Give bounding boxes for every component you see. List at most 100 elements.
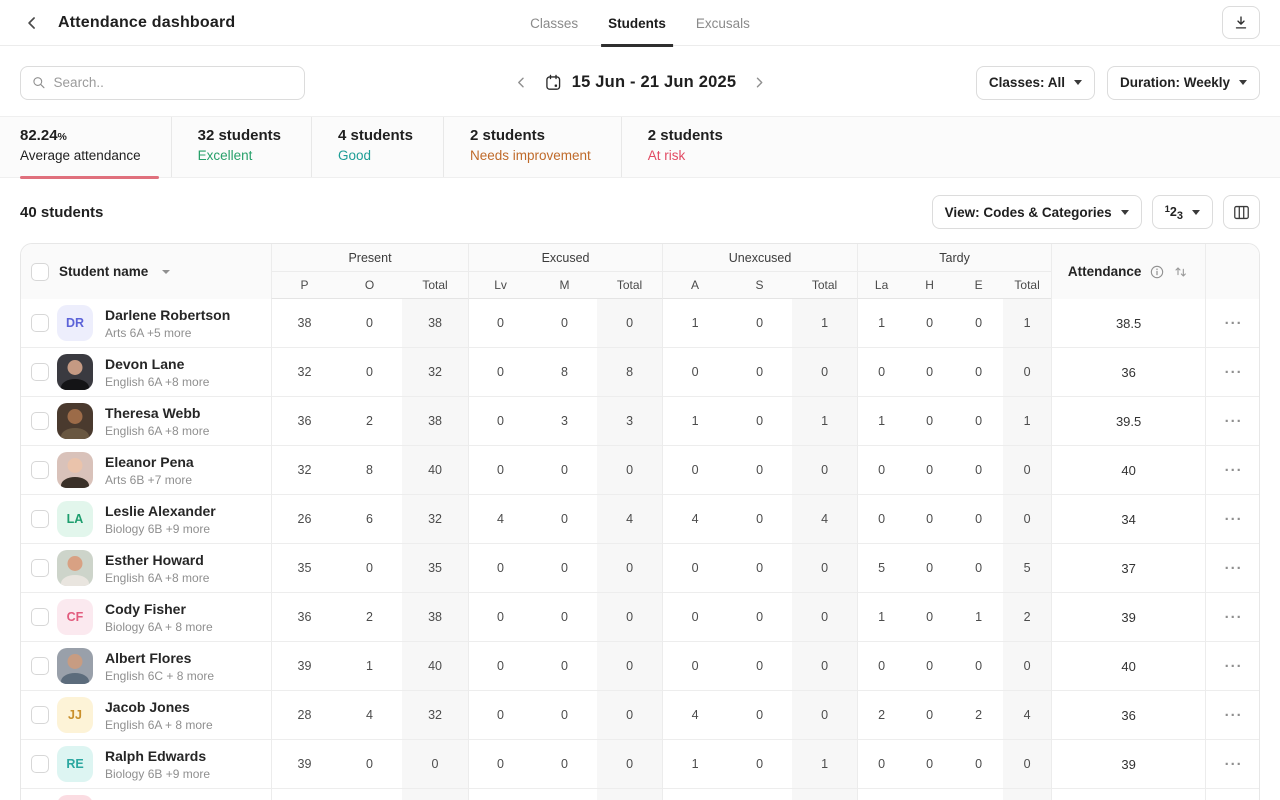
download-button[interactable] xyxy=(1222,6,1260,39)
select-all-checkbox[interactable] xyxy=(31,263,49,281)
row-checkbox[interactable] xyxy=(31,657,49,675)
tab-classes[interactable]: Classes xyxy=(530,0,578,46)
row-menu-button[interactable]: ··· xyxy=(1205,642,1260,691)
row-menu-button[interactable]: ··· xyxy=(1205,593,1260,642)
attendance-header[interactable]: Attendance xyxy=(1051,244,1205,299)
back-button[interactable] xyxy=(20,11,44,35)
chevron-left-icon xyxy=(22,13,42,33)
row-checkbox[interactable] xyxy=(31,755,49,773)
row-menu-button[interactable]: ··· xyxy=(1205,495,1260,544)
table-row: Theresa WebbEnglish 6A +8 more3623803310… xyxy=(21,397,1260,446)
stat-excellent[interactable]: 32 students Excellent xyxy=(171,117,311,177)
student-cell: LALeslie AlexanderBiology 6B +9 more xyxy=(21,495,271,544)
attendance-code-cell: 0 xyxy=(532,446,597,495)
attendance-code-cell: 0 xyxy=(532,544,597,593)
attendance-code-cell: 0 xyxy=(792,348,857,397)
sort-arrows-icon[interactable] xyxy=(1173,264,1189,280)
attendance-code-cell: 32 xyxy=(402,691,468,740)
attendance-code-cell: 0 xyxy=(792,544,857,593)
attendance-code-cell: 0 xyxy=(532,789,597,800)
student-cell: Devon LaneEnglish 6A +8 more xyxy=(21,348,271,397)
row-menu-button[interactable]: ··· xyxy=(1205,348,1260,397)
columns-button[interactable] xyxy=(1223,195,1260,229)
student-cell: JJJacob JonesEnglish 6A + 8 more xyxy=(21,691,271,740)
student-classes: Biology 6B +9 more xyxy=(105,522,216,536)
attendance-code-cell: 0 xyxy=(727,593,792,642)
student-name-header-label: Student name xyxy=(59,264,148,279)
attendance-code-cell: 8 xyxy=(597,348,662,397)
attendance-code-cell: 0 xyxy=(468,544,532,593)
attendance-code-cell: 0 xyxy=(532,642,597,691)
attendance-code-cell: 0 xyxy=(662,348,727,397)
attendance-code-cell: 0 xyxy=(905,789,954,800)
student-classes: Arts 6B +7 more xyxy=(105,473,194,487)
info-icon[interactable] xyxy=(1149,264,1165,280)
attendance-code-cell: 0 xyxy=(1003,740,1051,789)
attendance-code-cell: 36 xyxy=(271,593,337,642)
table-row: Devon LaneEnglish 6A +8 more320320880000… xyxy=(21,348,1260,397)
row-checkbox[interactable] xyxy=(31,706,49,724)
attendance-code-cell: 0 xyxy=(662,446,727,495)
table-row: CFCody FisherBiology 6A + 8 more36238000… xyxy=(21,593,1260,642)
attendance-code-cell: 0 xyxy=(727,446,792,495)
row-menu-button[interactable]: ··· xyxy=(1205,397,1260,446)
stat-value: 32 students xyxy=(198,127,281,144)
date-range-label[interactable]: 15 Jun - 21 Jun 2025 xyxy=(544,73,737,92)
search-box[interactable] xyxy=(20,66,305,100)
attendance-code-cell: 0 xyxy=(954,740,1003,789)
row-checkbox[interactable] xyxy=(31,559,49,577)
prev-week-button[interactable] xyxy=(511,72,531,92)
row-menu-button[interactable]: ··· xyxy=(1205,544,1260,593)
stat-good[interactable]: 4 students Good xyxy=(311,117,443,177)
attendance-code-cell: 0 xyxy=(1003,446,1051,495)
stat-at-risk[interactable]: 2 students At risk xyxy=(621,117,753,177)
table-row: Esther HowardEnglish 6A +8 more350350000… xyxy=(21,544,1260,593)
classes-filter-label: Classes: All xyxy=(989,75,1065,90)
stat-label: Good xyxy=(338,148,413,163)
chevron-down-icon xyxy=(1121,210,1129,215)
attendance-code-cell: 38 xyxy=(402,593,468,642)
attendance-code-cell: 0 xyxy=(337,299,402,348)
search-input[interactable] xyxy=(54,75,294,90)
attendance-code-cell: 38 xyxy=(402,397,468,446)
tab-students[interactable]: Students xyxy=(608,0,666,46)
attendance-code-cell: 0 xyxy=(727,544,792,593)
student-name-header[interactable]: Student name xyxy=(21,244,271,299)
stat-value: 2 students xyxy=(470,127,591,144)
actions-header xyxy=(1205,244,1260,299)
row-checkbox[interactable] xyxy=(31,412,49,430)
row-checkbox[interactable] xyxy=(31,608,49,626)
row-checkbox[interactable] xyxy=(31,363,49,381)
row-checkbox[interactable] xyxy=(31,314,49,332)
next-week-button[interactable] xyxy=(749,72,769,92)
row-menu-button[interactable]: ··· xyxy=(1205,789,1260,800)
attendance-code-cell: 1 xyxy=(792,397,857,446)
duration-filter-dropdown[interactable]: Duration: Weekly xyxy=(1107,66,1260,100)
student-initials-avatar: RE xyxy=(57,746,93,782)
row-menu-button[interactable]: ··· xyxy=(1205,691,1260,740)
tab-excusals[interactable]: Excusals xyxy=(696,0,750,46)
attendance-code-cell: 40 xyxy=(271,789,337,800)
attendance-code-cell: 2 xyxy=(1003,593,1051,642)
student-photo-avatar xyxy=(57,403,93,439)
attendance-header-label: Attendance xyxy=(1068,264,1142,279)
numeric-sort-dropdown[interactable]: 123 xyxy=(1152,195,1213,229)
row-menu-button[interactable]: ··· xyxy=(1205,299,1260,348)
row-checkbox[interactable] xyxy=(31,461,49,479)
row-menu-button[interactable]: ··· xyxy=(1205,740,1260,789)
row-checkbox[interactable] xyxy=(31,510,49,528)
attendance-code-cell: 40 xyxy=(402,642,468,691)
classes-filter-dropdown[interactable]: Classes: All xyxy=(976,66,1095,100)
student-name: Theresa Webb xyxy=(105,405,209,421)
view-dropdown[interactable]: View: Codes & Categories xyxy=(932,195,1142,229)
col-header-o: O xyxy=(337,272,402,299)
student-initials-avatar: WM xyxy=(57,795,93,800)
attendance-code-cell: 0 xyxy=(337,544,402,593)
stat-needs-improvement[interactable]: 2 students Needs improvement xyxy=(443,117,621,177)
stat-average-attendance[interactable]: 82.24% Average attendance xyxy=(20,117,171,177)
student-name: Cody Fisher xyxy=(105,601,213,617)
table-row: RERalph EdwardsBiology 6B +9 more3900000… xyxy=(21,740,1260,789)
col-header-unexcused-total: Total xyxy=(792,272,857,299)
row-menu-button[interactable]: ··· xyxy=(1205,446,1260,495)
table-row: LALeslie AlexanderBiology 6B +9 more2663… xyxy=(21,495,1260,544)
